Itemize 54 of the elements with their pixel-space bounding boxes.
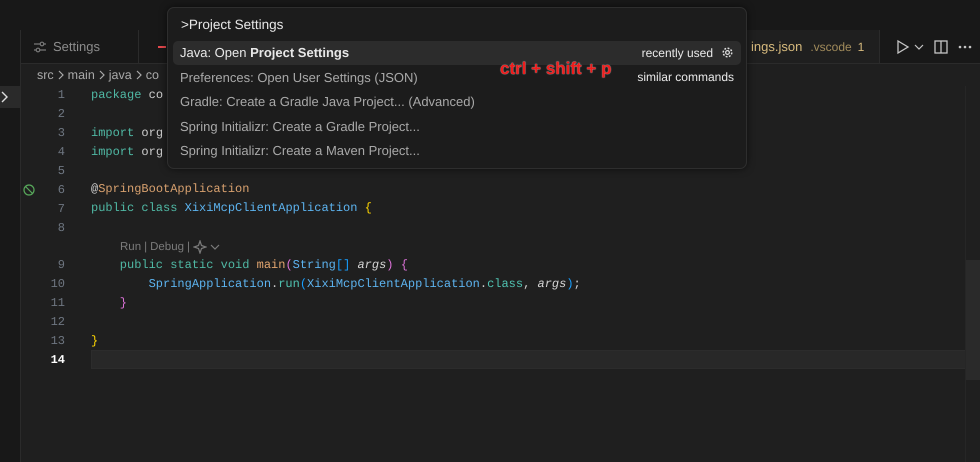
code-line: } bbox=[91, 332, 98, 350]
breadcrumb-item[interactable]: java bbox=[108, 68, 132, 82]
command-label: Java: Open Project Settings bbox=[180, 45, 350, 60]
tab-label: ings.json bbox=[751, 39, 802, 54]
more-icon[interactable] bbox=[958, 44, 972, 48]
line-number: 3 bbox=[56, 126, 65, 140]
code-line: public class XixiMcpClientApplication { bbox=[91, 200, 372, 218]
problem-count: 1 bbox=[858, 40, 864, 54]
line-number: 6 bbox=[56, 182, 65, 197]
chevron-right-icon bbox=[96, 70, 107, 80]
tab-description: .vscode bbox=[810, 40, 852, 54]
run-icon[interactable] bbox=[896, 38, 910, 54]
chevron-right-icon[interactable] bbox=[0, 91, 10, 103]
command-label[interactable]: Gradle: Create a Gradle Java Project... (Advanced) bbox=[180, 94, 475, 110]
command-input[interactable]: >Project Settings bbox=[173, 13, 741, 37]
line-number: 5 bbox=[56, 164, 65, 178]
command-label[interactable]: Spring Initializr: Create a Maven Project... bbox=[180, 143, 420, 158]
breadcrumb-item[interactable]: main bbox=[68, 68, 95, 82]
line-number: 12 bbox=[50, 315, 65, 330]
command-label[interactable]: Preferences: Open User Settings (JSON) bbox=[180, 70, 418, 85]
line-number: 7 bbox=[56, 202, 65, 216]
codelens-separator: | bbox=[144, 240, 148, 253]
editor-tab[interactable]: Settings bbox=[21, 30, 139, 63]
line-number: 13 bbox=[50, 334, 65, 348]
codelens-link[interactable]: Run bbox=[120, 240, 142, 253]
line-number: 8 bbox=[56, 220, 65, 235]
chevron-right-icon bbox=[56, 70, 66, 80]
line-number: 4 bbox=[56, 145, 65, 160]
split-editor-icon[interactable] bbox=[934, 40, 948, 54]
command-detail: recently used bbox=[642, 46, 713, 60]
codelens-link[interactable]: Debug bbox=[150, 240, 184, 253]
codelens-separator: | bbox=[187, 240, 190, 253]
chevron-down-icon[interactable] bbox=[914, 42, 924, 52]
code-line: } bbox=[118, 294, 128, 312]
sliders-icon bbox=[33, 40, 47, 52]
code-line: package co bbox=[91, 87, 164, 104]
command-label[interactable]: Spring Initializr: Create a Gradle Project... bbox=[180, 118, 420, 134]
sparkle-icon[interactable] bbox=[193, 240, 207, 254]
code-line: SpringApplication.run(XixiMcpClientApplication.class, args); bbox=[148, 276, 581, 293]
line-number: 2 bbox=[56, 107, 65, 122]
line-number: 9 bbox=[56, 258, 65, 272]
line-number: 10 bbox=[50, 277, 65, 292]
line-number: 14 bbox=[50, 352, 65, 367]
line-number: 11 bbox=[50, 296, 65, 310]
chevron-right-icon bbox=[134, 70, 144, 80]
code-line: import org bbox=[91, 144, 164, 161]
breadcrumb-item[interactable]: co bbox=[146, 68, 159, 82]
breadcrumb-item[interactable]: src bbox=[37, 68, 54, 82]
settings-icon[interactable] bbox=[721, 46, 734, 60]
line-number: 1 bbox=[56, 88, 65, 102]
code-line: @SpringBootApplication bbox=[91, 181, 250, 198]
command-detail: similar commands bbox=[637, 70, 734, 84]
code-line: import org bbox=[91, 124, 164, 142]
code-line: public static void main(String[] args) { bbox=[118, 257, 408, 274]
